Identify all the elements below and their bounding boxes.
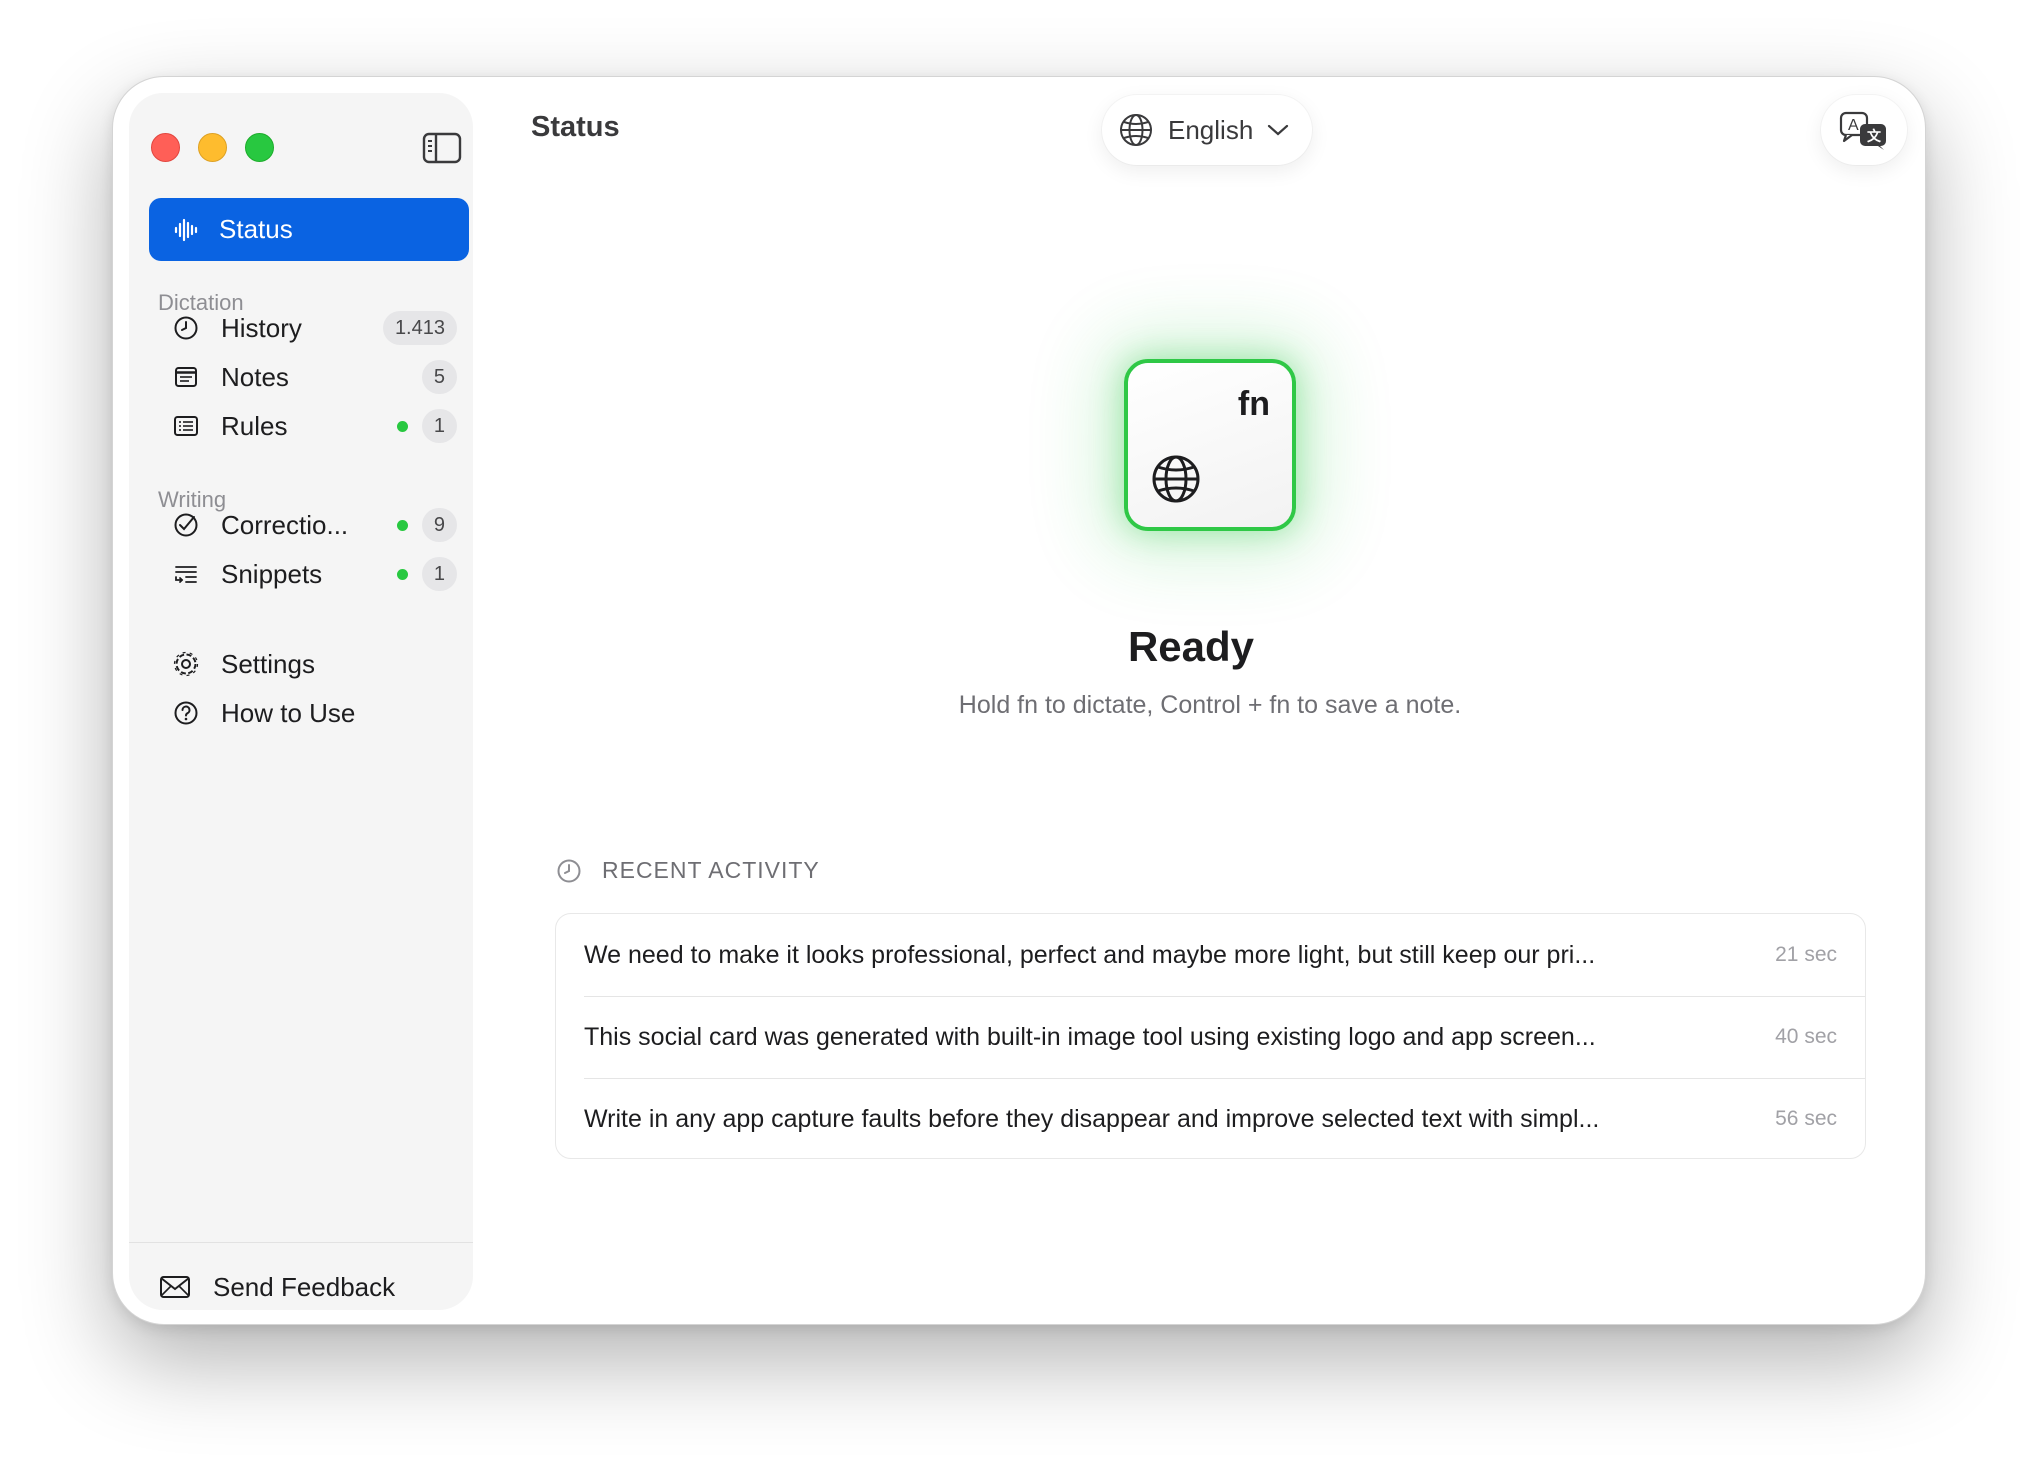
close-window-button[interactable]: [151, 133, 180, 162]
sidebar-item-settings[interactable]: Settings: [149, 636, 469, 692]
status-subtitle: Hold fn to dictate, Control + fn to save…: [958, 691, 1462, 719]
sidebar: Status Dictation History 1.413 Notes 5 R…: [129, 93, 473, 1310]
sidebar-toggle-icon: [422, 132, 462, 164]
count-badge: 5: [421, 360, 457, 394]
language-label: English: [1168, 114, 1254, 145]
sidebar-item-status[interactable]: Status: [149, 198, 469, 261]
status-dot: [396, 519, 408, 531]
traffic-lights: [151, 133, 274, 162]
fn-key-graphic: fn: [1124, 359, 1296, 531]
sidebar-item-label: Snippets: [221, 558, 323, 589]
sidebar-item-label: Status: [219, 214, 293, 244]
count-badge: 9: [421, 508, 457, 542]
activity-time: 21 sec: [1775, 943, 1837, 966]
chevron-down-icon: [1268, 124, 1289, 136]
translate-icon: A 文: [1839, 111, 1886, 150]
activity-text: Write in any app capture faults before t…: [584, 1104, 1600, 1133]
globe-icon: [1120, 114, 1152, 146]
count-badge: 1: [421, 409, 457, 443]
send-feedback-button[interactable]: Send Feedback: [159, 1259, 395, 1315]
sidebar-divider: [129, 1242, 473, 1243]
gear-icon: [171, 649, 201, 679]
minimize-window-button[interactable]: [198, 133, 227, 162]
sidebar-item-how-to-use[interactable]: How to Use: [149, 685, 469, 741]
list-item[interactable]: We need to make it looks professional, p…: [584, 914, 1837, 996]
globe-icon: [1152, 455, 1200, 503]
language-selector[interactable]: English: [1102, 95, 1312, 165]
envelope-icon: [160, 1276, 190, 1298]
activity-text: We need to make it looks professional, p…: [584, 940, 1596, 969]
activity-time: 40 sec: [1775, 1025, 1837, 1048]
zoom-window-button[interactable]: [245, 133, 274, 162]
status-dot: [396, 420, 408, 432]
svg-text:A: A: [1848, 117, 1859, 134]
clock-icon: [171, 313, 201, 343]
sidebar-item-corrections[interactable]: Correctio... 9: [149, 497, 469, 553]
count-badge: 1: [421, 557, 457, 591]
sidebar-item-label: Settings: [221, 648, 315, 679]
recent-activity-list: We need to make it looks professional, p…: [555, 913, 1866, 1159]
svg-text:文: 文: [1867, 128, 1882, 145]
send-feedback-label: Send Feedback: [213, 1271, 396, 1302]
sidebar-item-label: Correctio...: [221, 509, 349, 540]
activity-time: 56 sec: [1775, 1107, 1837, 1130]
clock-icon: [557, 859, 581, 882]
waveform-icon: [174, 218, 198, 241]
sidebar-item-notes[interactable]: Notes 5: [149, 349, 469, 405]
fn-key-label: fn: [1237, 385, 1270, 423]
question-icon: [171, 698, 201, 728]
list-item[interactable]: This social card was generated with buil…: [584, 996, 1837, 1078]
correction-icon: [171, 510, 201, 540]
sidebar-item-label: Rules: [221, 410, 288, 441]
sidebar-toggle-button[interactable]: [422, 131, 462, 165]
sidebar-item-label: How to Use: [221, 697, 356, 728]
status-dot: [396, 568, 408, 580]
sidebar-item-history[interactable]: History 1.413: [149, 300, 469, 356]
app-window: Status Dictation History 1.413 Notes 5 R…: [112, 76, 1926, 1325]
list-item[interactable]: Write in any app capture faults before t…: [584, 1078, 1837, 1160]
sidebar-item-rules[interactable]: Rules 1: [149, 398, 469, 454]
count-badge: 1.413: [382, 311, 457, 345]
translate-button[interactable]: A 文: [1821, 95, 1907, 165]
recent-activity-header: RECENT ACTIVITY: [556, 857, 820, 884]
sidebar-item-label: Notes: [221, 361, 289, 392]
status-title: Ready: [1127, 623, 1255, 670]
snippets-icon: [171, 559, 201, 589]
sidebar-item-snippets[interactable]: Snippets 1: [149, 546, 469, 602]
note-icon: [171, 362, 201, 392]
sidebar-item-label: History: [221, 312, 302, 343]
list-icon: [171, 411, 201, 441]
recent-activity-label: RECENT ACTIVITY: [602, 857, 820, 883]
page-title: Status: [531, 111, 620, 143]
activity-text: This social card was generated with buil…: [584, 1022, 1596, 1051]
